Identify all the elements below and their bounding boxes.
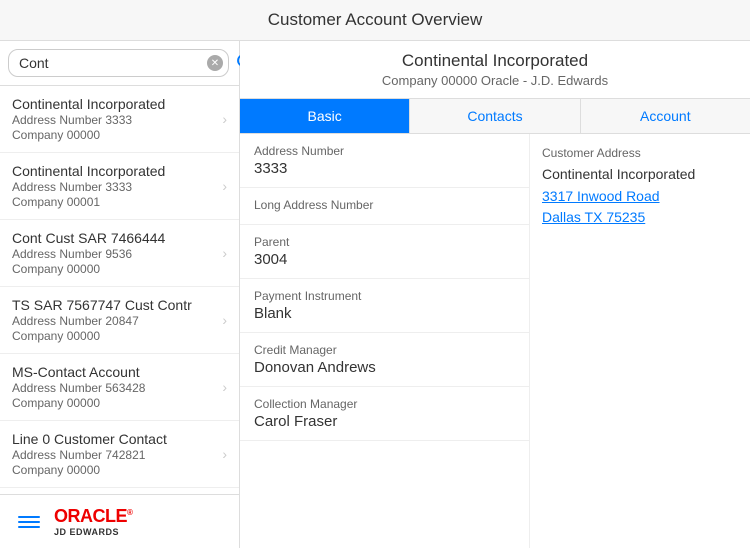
field-collection-manager: Collection Manager Carol Fraser [240,387,529,441]
menu-button[interactable] [12,510,46,534]
customer-address-label: Customer Address [542,146,738,160]
field-long-address-number: Long Address Number [240,188,529,225]
left-panel: ✕ Continental Incorporated Address Numbe… [0,41,240,548]
chevron-right-icon: › [222,178,227,194]
hamburger-icon [18,516,40,528]
list-item[interactable]: TS SAR 7567747 Cust Contr Address Number… [0,287,239,354]
tab-bar: Basic Contacts Account [240,99,750,134]
app-header: Customer Account Overview [0,0,750,41]
company-sub: Company 00000 Oracle - J.D. Edwards [250,73,740,88]
search-input[interactable] [8,49,229,77]
field-address-number: Address Number 3333 [240,134,529,188]
search-input-wrapper: ✕ [8,49,229,77]
customer-address-street[interactable]: 3317 Inwood Road [542,186,738,207]
detail-fields: Address Number 3333 Long Address Number … [240,134,530,548]
field-payment-instrument: Payment Instrument Blank [240,279,529,333]
oracle-logo: ORACLE® JD EDWARDS [54,506,132,537]
field-parent: Parent 3004 [240,225,529,279]
chevron-right-icon: › [222,379,227,395]
list-item[interactable]: Continental Incorporated Address Number … [0,153,239,220]
chevron-right-icon: › [222,245,227,261]
app-footer: ORACLE® JD EDWARDS [0,494,239,548]
tab-contacts[interactable]: Contacts [410,99,580,133]
app-title: Customer Account Overview [10,10,740,30]
customer-address-city[interactable]: Dallas TX 75235 [542,207,738,228]
customer-address-name: Continental Incorporated [542,166,738,182]
search-clear-button[interactable]: ✕ [207,55,223,71]
list-item[interactable]: MS-Contact Account Address Number 563428… [0,354,239,421]
chevron-right-icon: › [222,446,227,462]
tab-account[interactable]: Account [581,99,750,133]
tab-basic[interactable]: Basic [240,99,410,133]
customer-list: Continental Incorporated Address Number … [0,86,239,494]
chevron-right-icon: › [222,111,227,127]
customer-address-panel: Customer Address Continental Incorporate… [530,134,750,548]
chevron-right-icon: › [222,312,227,328]
company-name: Continental Incorporated [250,51,740,71]
right-header: Continental Incorporated Company 00000 O… [240,41,750,99]
list-item[interactable]: Continental Incorporated Address Number … [0,86,239,153]
right-panel: Continental Incorporated Company 00000 O… [240,41,750,548]
list-item[interactable]: Line 0 Customer Contact Address Number 7… [0,421,239,488]
list-item[interactable]: Cont Cust SAR 7466444 Address Number 953… [0,220,239,287]
field-credit-manager: Credit Manager Donovan Andrews [240,333,529,387]
main-content: ✕ Continental Incorporated Address Numbe… [0,41,750,548]
search-bar: ✕ [0,41,239,86]
detail-area: Address Number 3333 Long Address Number … [240,134,750,548]
